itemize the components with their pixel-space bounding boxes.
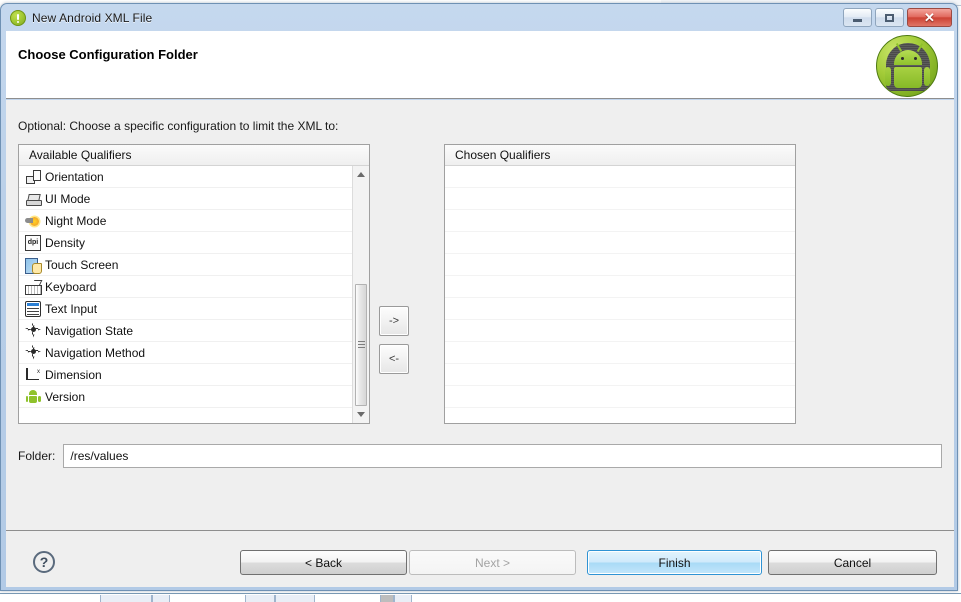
background-element <box>275 595 315 602</box>
chosen-qualifiers-header: Chosen Qualifiers <box>445 145 795 166</box>
list-item-label: Navigation Method <box>45 345 146 360</box>
close-icon: ✕ <box>924 10 935 25</box>
list-item[interactable]: Navigation Method <box>19 342 352 364</box>
available-qualifiers-list[interactable]: Available Qualifiers Orientation UI Mode… <box>18 144 370 424</box>
new-android-xml-file-dialog: New Android XML File ✕ Choose Configurat… <box>0 3 958 591</box>
list-item-label: Orientation <box>45 169 104 184</box>
scroll-down-icon[interactable] <box>353 406 369 423</box>
scrollbar-grip-icon <box>358 341 365 349</box>
background-element <box>100 595 152 602</box>
list-item <box>445 188 795 210</box>
instruction-text: Optional: Choose a specific configuratio… <box>18 119 339 133</box>
available-qualifiers-scrollarea: Orientation UI Mode Night Mode dpi Densi… <box>19 166 369 423</box>
maximize-button[interactable] <box>875 8 904 27</box>
list-item-label: Keyboard <box>45 279 97 294</box>
ui-mode-icon <box>25 191 42 207</box>
list-item-label: UI Mode <box>45 191 91 206</box>
density-icon: dpi <box>25 234 41 251</box>
list-item <box>445 342 795 364</box>
dimension-icon: x <box>25 367 41 383</box>
remove-qualifier-button[interactable]: <- <box>379 344 409 374</box>
available-qualifiers-rows: Orientation UI Mode Night Mode dpi Densi… <box>19 166 352 423</box>
list-item[interactable]: x Dimension <box>19 364 352 386</box>
list-item[interactable]: dpi Density <box>19 232 352 254</box>
android-info-icon <box>10 9 26 26</box>
night-mode-icon <box>25 213 41 229</box>
title-bar[interactable]: New Android XML File ✕ <box>1 4 957 31</box>
list-item[interactable]: UI Mode <box>19 188 352 210</box>
window-title: New Android XML File <box>32 10 153 25</box>
list-item-label: Version <box>45 389 86 404</box>
list-item[interactable]: Night Mode <box>19 210 352 232</box>
list-item <box>445 298 795 320</box>
wizard-body: Optional: Choose a specific configuratio… <box>6 100 954 530</box>
next-button: Next > <box>409 550 576 575</box>
minimize-icon <box>853 19 862 22</box>
list-item[interactable]: Orientation <box>19 166 352 188</box>
list-item-label: Density <box>45 235 86 250</box>
list-item-label: Navigation State <box>45 323 134 338</box>
wizard-footer: ? < Back Next > Finish Cancel <box>6 530 954 587</box>
navigation-state-icon <box>25 322 41 339</box>
list-item-label: Text Input <box>45 301 98 316</box>
android-robot-icon <box>876 35 938 97</box>
help-icon[interactable]: ? <box>33 551 55 573</box>
background-element <box>152 595 170 602</box>
version-icon <box>25 389 41 405</box>
chosen-qualifiers-rows <box>445 166 795 423</box>
maximize-icon <box>885 13 894 22</box>
list-item <box>19 408 352 423</box>
back-button[interactable]: < Back <box>240 550 407 575</box>
list-item-label: Night Mode <box>45 213 107 228</box>
scroll-up-icon[interactable] <box>353 166 369 183</box>
add-qualifier-button[interactable]: -> <box>379 306 409 336</box>
list-item[interactable]: Keyboard <box>19 276 352 298</box>
keyboard-icon <box>25 279 42 295</box>
orientation-icon <box>25 169 41 185</box>
finish-button[interactable]: Finish <box>587 550 762 575</box>
background-element <box>380 595 394 602</box>
list-item <box>445 166 795 188</box>
list-item <box>445 320 795 342</box>
available-qualifiers-scrollbar[interactable] <box>352 166 369 423</box>
folder-label: Folder: <box>18 449 56 463</box>
scrollbar-thumb[interactable] <box>355 284 367 406</box>
background-element <box>394 595 412 602</box>
list-item[interactable]: Navigation State <box>19 320 352 342</box>
chosen-qualifiers-list[interactable]: Chosen Qualifiers <box>444 144 796 424</box>
close-button[interactable]: ✕ <box>907 8 952 27</box>
touch-screen-icon <box>25 257 42 274</box>
text-input-icon <box>25 300 41 317</box>
window-controls: ✕ <box>843 8 952 27</box>
list-item[interactable]: Touch Screen <box>19 254 352 276</box>
list-item <box>445 232 795 254</box>
page-title: Choose Configuration Folder <box>18 47 198 62</box>
folder-input[interactable]: /res/values <box>63 444 942 468</box>
navigation-method-icon <box>25 344 41 361</box>
chosen-qualifiers-scrollarea <box>445 166 795 423</box>
minimize-button[interactable] <box>843 8 872 27</box>
wizard-header: Choose Configuration Folder <box>6 31 954 99</box>
list-item[interactable]: Text Input <box>19 298 352 320</box>
list-item <box>445 254 795 276</box>
list-item <box>445 364 795 386</box>
list-item-label: Touch Screen <box>45 257 119 272</box>
list-item <box>445 386 795 408</box>
cancel-button[interactable]: Cancel <box>768 550 937 575</box>
list-item <box>445 276 795 298</box>
background-element <box>245 595 275 602</box>
list-item[interactable]: Version <box>19 386 352 408</box>
list-item <box>445 210 795 232</box>
folder-row: Folder: /res/values <box>18 444 942 468</box>
list-item-label: Dimension <box>45 367 102 382</box>
available-qualifiers-header: Available Qualifiers <box>19 145 369 166</box>
list-item <box>445 408 795 423</box>
transfer-button-group: -> <- <box>379 306 409 374</box>
